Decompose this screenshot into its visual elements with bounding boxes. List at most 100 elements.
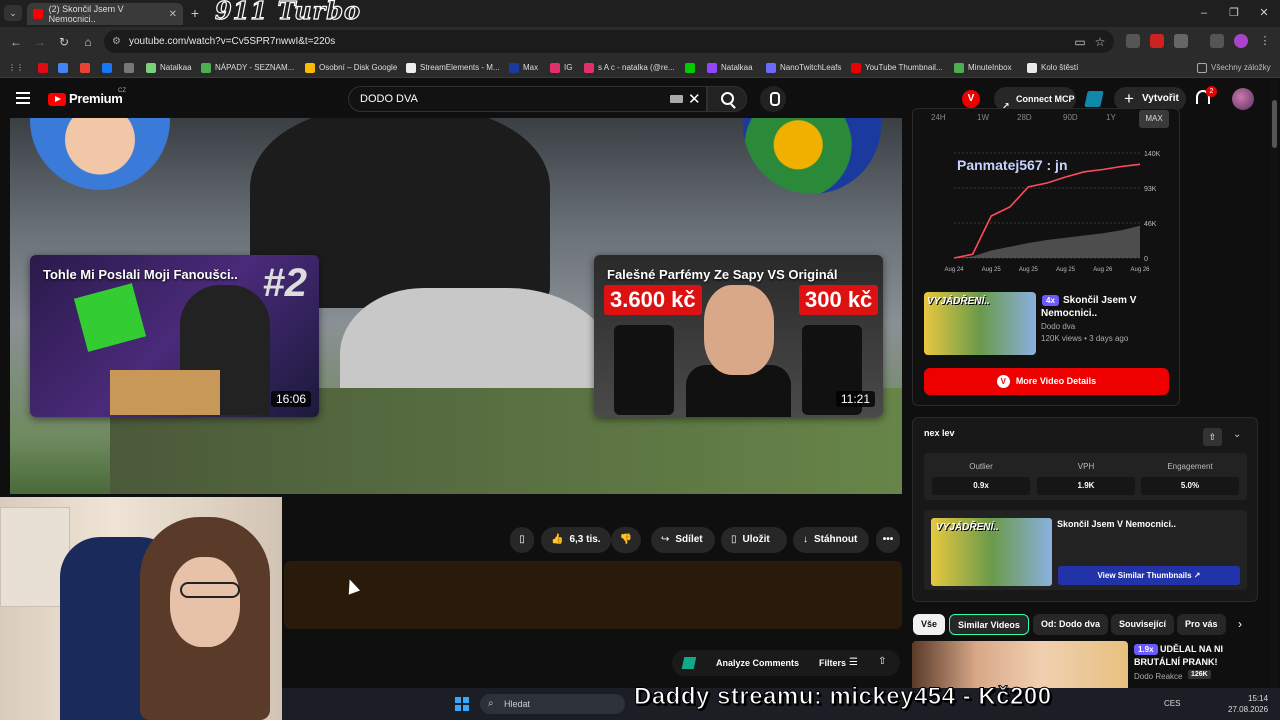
channel-endscreen-avatar[interactable] xyxy=(30,118,170,190)
endscreen-video-card[interactable]: #2 Tohle Mi Poslali Moji Fanoušci.. 16:0… xyxy=(30,255,319,417)
page-scrollbar[interactable] xyxy=(1270,80,1278,720)
vidiq-extension-icon[interactable] xyxy=(1084,91,1104,107)
docs-icon[interactable] xyxy=(58,61,72,74)
chip-for-you[interactable]: Pro vás xyxy=(1177,614,1226,635)
bookmark-streamelements[interactable]: StreamElements - M... xyxy=(406,61,500,74)
search-input[interactable]: DODO DVA xyxy=(348,86,707,112)
save-bookmark-icon[interactable]: ▯ xyxy=(510,527,534,553)
subscribe-endscreen-avatar[interactable] xyxy=(743,118,881,194)
site-info-icon[interactable]: ⚙ xyxy=(112,30,121,53)
profile-icon[interactable] xyxy=(1234,34,1248,48)
filters-icon[interactable]: ☰ xyxy=(849,657,858,668)
keyboard-icon[interactable] xyxy=(670,95,683,103)
bookmark-favicon-icon xyxy=(954,62,964,73)
close-tab-icon[interactable]: ✕ xyxy=(169,9,177,20)
account-avatar[interactable] xyxy=(1232,88,1254,110)
analyze-comments-button[interactable]: Analyze Comments xyxy=(716,658,799,668)
chevron-down-icon[interactable]: ⌄ xyxy=(1233,429,1241,440)
minimize-button[interactable]: – xyxy=(1193,3,1215,23)
back-button[interactable]: ← xyxy=(8,34,24,50)
description-box[interactable] xyxy=(284,561,902,629)
microphone-icon[interactable] xyxy=(760,86,786,112)
extension-icon[interactable] xyxy=(1150,34,1164,48)
range-90d[interactable]: 90D xyxy=(1063,113,1078,122)
download-button[interactable]: ↓ Stáhnout xyxy=(793,527,869,553)
browser-menu-icon[interactable]: ⋮ xyxy=(1258,34,1272,48)
facebook-icon[interactable] xyxy=(102,61,116,74)
chip-similar-videos[interactable]: Similar Videos xyxy=(949,614,1029,635)
bookmark-natalkaa[interactable]: Natalkaa xyxy=(146,61,192,74)
taskbar-clock[interactable]: 15:14 27.08.2026 xyxy=(1228,693,1268,715)
reload-button[interactable]: ↻ xyxy=(56,34,72,50)
range-1y[interactable]: 1Y xyxy=(1106,113,1116,122)
input-language[interactable]: CES xyxy=(1164,699,1180,708)
range-max[interactable]: MAX xyxy=(1139,110,1169,128)
connect-mcp-label: Connect MCP xyxy=(1016,94,1075,104)
share-icon[interactable]: ⇧ xyxy=(1203,428,1222,446)
stats-video-title[interactable]: Skončil Jsem V Nemocnici.. xyxy=(1041,294,1171,320)
search-button[interactable] xyxy=(707,86,747,112)
vidiq-badge[interactable]: V xyxy=(962,90,980,108)
bookmark-natalkaa-twitch[interactable]: Natalkaa xyxy=(707,61,753,74)
apps-grid-icon[interactable]: ⋮⋮ xyxy=(8,61,24,74)
chip-from-channel[interactable]: Od: Dodo dva xyxy=(1033,614,1108,635)
taskbar-search-placeholder: Hledat xyxy=(504,699,531,709)
taskbar-search[interactable]: ⌕ Hledat xyxy=(480,694,625,714)
bookmark-kolo-stesti[interactable]: Kolo štěstí xyxy=(1027,61,1078,74)
bookmark-sac[interactable]: s A c - natalka (@re... xyxy=(584,61,675,74)
youtube-logo-icon[interactable] xyxy=(48,93,66,106)
range-1w[interactable]: 1W xyxy=(977,113,989,122)
bookmark-napady[interactable]: NÁPADY - SEZNAM... xyxy=(201,61,294,74)
recommended-video-channel[interactable]: Dodo Reakce xyxy=(1134,672,1182,681)
bookmark-ig[interactable]: IG xyxy=(550,61,572,74)
bookmark-nanotwitchleafs[interactable]: NanoTwitchLeafs xyxy=(766,61,841,74)
windows-start-icon[interactable] xyxy=(455,697,469,711)
clear-search-icon[interactable]: ✕ xyxy=(688,90,701,108)
reading-list-icon[interactable] xyxy=(1210,34,1224,48)
stats-video-thumbnail[interactable]: VYJÁDŘENÍ.. xyxy=(924,292,1036,355)
like-button[interactable]: 👍 6,3 tis. xyxy=(541,527,611,553)
gmail-icon[interactable] xyxy=(80,61,94,74)
dislike-button[interactable]: 👎 xyxy=(611,527,641,553)
chip-related[interactable]: Související xyxy=(1111,614,1175,635)
url-field[interactable]: ⚙ youtube.com/watch?v=Cv5SPR7nwwI&t=220s xyxy=(104,30,1114,53)
all-bookmarks-folder[interactable]: Všechny záložky xyxy=(1197,61,1271,74)
bookmark-yt-thumbnail[interactable]: YouTube Thumbnail... xyxy=(851,61,943,74)
bookmark-disk-google[interactable]: Osobní – Disk Google xyxy=(305,61,397,74)
install-app-icon[interactable]: ▭ xyxy=(1072,34,1088,50)
home-button[interactable]: ⌂ xyxy=(80,34,96,50)
scrollbar-thumb[interactable] xyxy=(1272,100,1277,148)
range-28d[interactable]: 28D xyxy=(1017,113,1032,122)
menu-icon[interactable] xyxy=(16,92,30,104)
similar-video-title[interactable]: Skončil Jsem V Nemocnici.. xyxy=(1057,519,1176,529)
chip-all[interactable]: Vše xyxy=(913,614,946,635)
extensions-puzzle-icon[interactable] xyxy=(1174,34,1188,48)
tab-search-button[interactable]: ⌄ xyxy=(4,5,22,21)
bookmark-icon[interactable] xyxy=(124,61,138,74)
save-button[interactable]: ▯ Uložit xyxy=(721,527,787,553)
bookmark-max[interactable]: Max xyxy=(509,61,538,74)
close-window-button[interactable]: ✕ xyxy=(1253,3,1275,23)
forward-button[interactable]: → xyxy=(32,34,48,50)
extension-icon[interactable] xyxy=(1126,34,1140,48)
endscreen-video-card[interactable]: 3.600 kč 300 kč Falešné Parfémy Ze Sapy … xyxy=(594,255,883,417)
share-button[interactable]: ↪ Sdílet xyxy=(651,527,715,553)
maximize-button[interactable]: ❐ xyxy=(1223,3,1245,23)
bookmark-star-icon[interactable]: ☆ xyxy=(1092,34,1108,50)
browser-tab[interactable]: (2) Skončil Jsem V Nemocnici.. ✕ xyxy=(27,3,183,25)
similar-video-thumbnail[interactable]: VYJÁDŘENÍ.. xyxy=(931,518,1052,586)
stats-video-channel[interactable]: Dodo dva xyxy=(1041,322,1075,331)
new-tab-button[interactable]: + xyxy=(186,5,204,21)
bookmark-k[interactable] xyxy=(685,61,699,74)
more-actions-button[interactable]: ••• xyxy=(876,527,900,553)
bookmark-minuteinbox[interactable]: MinuteInbox xyxy=(954,61,1012,74)
range-24h[interactable]: 24H xyxy=(931,113,946,122)
video-player[interactable]: #2 Tohle Mi Poslali Moji Fanoušci.. 16:0… xyxy=(10,118,902,494)
chevron-right-icon[interactable]: › xyxy=(1238,617,1242,631)
more-video-details-button[interactable]: V More Video Details xyxy=(924,368,1169,395)
netflix-icon[interactable] xyxy=(38,61,52,74)
youtube-premium-logo[interactable]: Premium xyxy=(69,91,123,106)
view-similar-thumbnails-button[interactable]: View Similar Thumbnails ↗ xyxy=(1058,566,1240,585)
filters-button[interactable]: Filters xyxy=(819,658,846,668)
export-icon[interactable]: ⇧ xyxy=(878,656,886,667)
